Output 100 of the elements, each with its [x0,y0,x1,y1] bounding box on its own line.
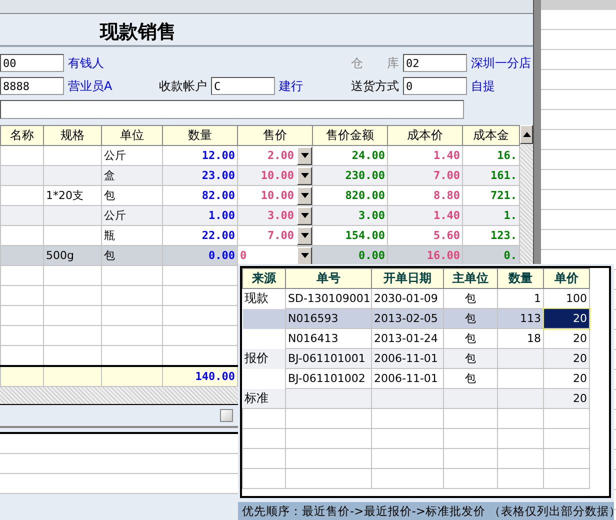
table-cell: 20 [573,352,587,365]
table-cell: 20 [573,332,587,345]
table-cell: 123. [490,229,517,242]
input-field[interactable]: C [211,77,275,95]
table-cell: N016413 [288,332,338,345]
table-cell: 包 [465,312,476,325]
table-row[interactable]: 报价 BJ-061101001 2006-11-01 包 20 [242,348,590,368]
priority-note: 优先顺序：最近售价->最近报价->标准批发价 （表格仅列出部分数据） [238,502,614,520]
column-header[interactable]: 售价金额 [312,126,388,146]
input-field[interactable]: 0 [403,77,467,95]
table-cell: BJ-061101002 [288,372,366,385]
table-cell: 820.00 [345,189,385,202]
table-cell: 包 [104,189,115,202]
field-label: 收款帐户 [158,78,207,95]
caret-icon [300,213,308,218]
table-cell: 20 [573,392,587,405]
dropdown-button[interactable] [297,166,312,184]
table-cell: 包 [465,292,476,305]
table-cell: 721. [490,189,517,202]
table-cell: 100 [566,292,587,305]
dropdown-button[interactable] [297,186,312,204]
table-cell: 16.00 [426,249,460,262]
table-cell: 2013-02-05 [374,312,438,325]
dropdown-button[interactable] [297,206,312,224]
square-button[interactable] [220,409,233,422]
column-header[interactable]: 单位 [102,126,162,146]
link[interactable]: 建行 [279,77,346,95]
table-cell: 5.60 [434,229,460,242]
link[interactable]: 有钱人 [68,54,152,72]
up-arrow-icon [522,132,530,137]
column-header[interactable]: 来源 [242,268,286,288]
table-cell: 24.00 [352,149,385,162]
table-cell: 18 [527,332,541,345]
link[interactable]: 营业员A [68,77,152,95]
table-row[interactable]: N016593 2013-02-05 包 113 20 [242,308,590,328]
link[interactable]: 自提 [471,77,533,95]
column-header[interactable]: 单号 [286,268,372,288]
column-header[interactable]: 售价 [238,126,312,146]
table-cell: 7.00 [434,169,460,182]
table-cell: 包 [104,249,115,262]
link[interactable]: 深圳一分店 [471,54,533,72]
column-header[interactable]: 成本价 [388,126,462,146]
table-cell: 154.00 [345,229,385,242]
caret-icon [300,153,308,158]
table-cell: 161. [490,169,517,182]
table-cell: 2030-01-09 [374,292,438,305]
price-text: 3.00 [266,209,295,222]
column-header[interactable]: 名称 [0,126,44,146]
table-cell: 盒 [104,169,115,182]
column-header[interactable]: 成本金 [462,126,520,146]
column-header[interactable]: 主单位 [444,268,498,288]
field-label: 仓 库 [350,55,399,72]
table-cell: 113 [520,312,541,325]
price-text: 7.00 [266,229,295,242]
table-cell: 20 [573,312,587,325]
table-cell: 1*20支 [46,189,84,202]
column-header[interactable]: 开单日期 [372,268,444,288]
table-cell: 500g [46,249,74,262]
total-value: 140.00 [195,370,235,383]
column-header[interactable]: 数量 [162,126,238,146]
table-cell: 23.00 [202,169,235,182]
input-field[interactable]: 8888 [0,77,64,95]
table-cell: 包 [465,372,476,385]
scroll-up-button[interactable] [520,125,533,144]
input-field[interactable]: 02 [403,54,467,72]
price-text: 10.00 [260,189,295,202]
caret-icon [300,173,308,178]
column-header[interactable]: 数量 [498,268,544,288]
table-row[interactable]: 标准 20 [242,388,590,408]
table-cell: 20 [573,372,587,385]
table-cell: 8.80 [434,189,460,202]
table-cell: 包 [465,332,476,345]
table-cell: 2006-11-01 [374,372,438,385]
table-cell: 报价 [244,351,268,365]
price-text: 2.00 [266,149,295,162]
table-cell: 公斤 [104,209,126,222]
caret-icon [300,193,308,198]
table-cell: 公斤 [104,149,126,162]
table-cell: 0.00 [208,249,235,262]
table-cell: 0. [504,249,517,262]
caret-icon [300,233,308,238]
price-text: 10.00 [260,169,295,182]
table-cell: 1.40 [434,209,460,222]
dropdown-button[interactable] [297,226,312,244]
table-cell: 1.40 [434,149,460,162]
input-field[interactable]: 00 [0,54,64,72]
table-cell: 1. [504,209,517,222]
table-cell: 2006-11-01 [374,352,438,365]
table-cell: 包 [465,352,476,365]
column-header[interactable]: 单价 [544,268,590,288]
table-row[interactable]: 公斤 1.00 3.00 3.00 1.40 1. [0,206,520,226]
table-cell: 230.00 [345,169,385,182]
table-row[interactable]: 盒 23.00 10.00 230.00 7.00 161. [0,166,520,186]
table-cell: 1 [534,292,541,305]
table-cell: 2013-01-24 [374,332,438,345]
memo-field[interactable] [0,100,464,119]
dropdown-button[interactable] [297,146,312,164]
column-header[interactable]: 规格 [44,126,102,146]
table-cell: 0.00 [358,249,385,262]
table-cell: 现款 [244,291,268,306]
